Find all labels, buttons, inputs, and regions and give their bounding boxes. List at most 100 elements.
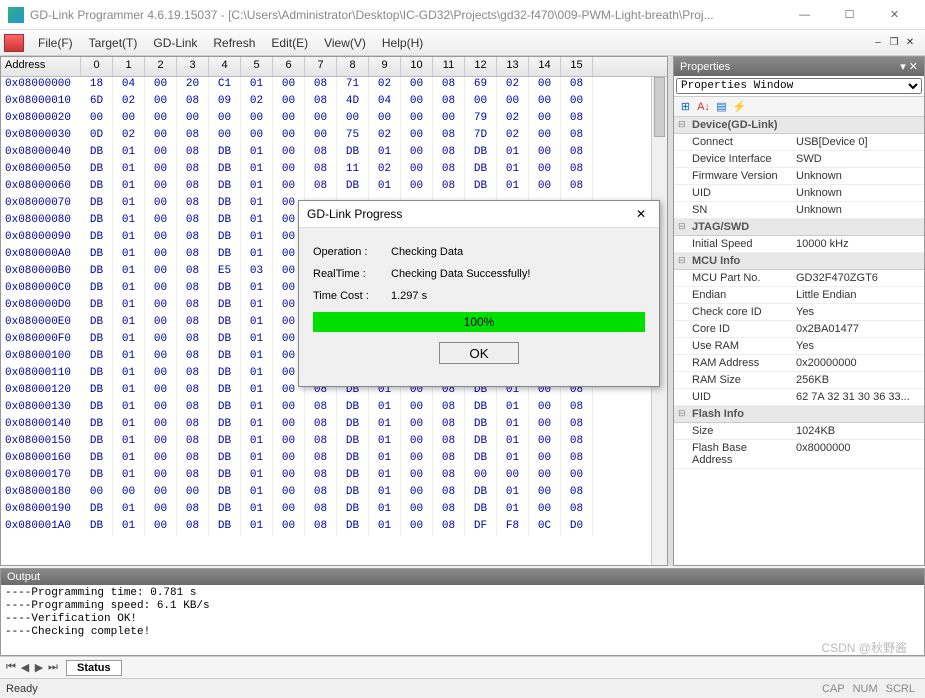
hex-byte[interactable]: 08 <box>305 400 337 417</box>
hex-byte[interactable]: DB <box>209 383 241 400</box>
hex-byte[interactable]: 00 <box>145 383 177 400</box>
hex-byte[interactable]: 08 <box>561 179 593 196</box>
property-row[interactable]: Use RAMYes <box>674 338 924 355</box>
hex-byte[interactable]: 02 <box>241 94 273 111</box>
property-value[interactable]: 62 7A 32 31 30 36 33... <box>792 389 924 405</box>
property-row[interactable]: Flash Base Address0x8000000 <box>674 440 924 469</box>
address-header[interactable]: Address <box>1 57 81 76</box>
hex-byte[interactable]: 00 <box>561 468 593 485</box>
hex-byte[interactable]: 00 <box>145 230 177 247</box>
hex-byte[interactable]: 02 <box>113 94 145 111</box>
mdi-close-icon[interactable]: ✕ <box>903 36 917 50</box>
hex-byte[interactable]: 00 <box>529 485 561 502</box>
hex-byte[interactable]: 00 <box>401 485 433 502</box>
hex-row[interactable]: 0x080000300D02000800000000750200087D0200… <box>1 128 667 145</box>
hex-byte[interactable]: 08 <box>177 349 209 366</box>
property-row[interactable]: ConnectUSB[Device 0] <box>674 134 924 151</box>
hex-byte[interactable]: DB <box>209 519 241 536</box>
hex-byte[interactable]: 08 <box>561 434 593 451</box>
hex-byte[interactable]: 00 <box>529 77 561 94</box>
hex-col-15[interactable]: 15 <box>561 57 593 76</box>
hex-byte[interactable]: DB <box>337 485 369 502</box>
props-icon[interactable]: ▤ <box>714 99 729 114</box>
hex-byte[interactable]: 00 <box>401 162 433 179</box>
hex-byte[interactable]: 00 <box>273 179 305 196</box>
hex-row[interactable]: 0x08000140DB010008DB010008DB010008DB0100… <box>1 417 667 434</box>
hex-byte[interactable]: 00 <box>145 145 177 162</box>
minimize-button[interactable]: — <box>782 1 827 29</box>
hex-byte[interactable]: 01 <box>369 417 401 434</box>
hex-byte[interactable]: 00 <box>145 349 177 366</box>
hex-byte[interactable]: DB <box>465 485 497 502</box>
hex-byte[interactable]: DB <box>209 502 241 519</box>
hex-byte[interactable]: DB <box>209 315 241 332</box>
property-row[interactable]: Firmware VersionUnknown <box>674 168 924 185</box>
hex-byte[interactable]: 00 <box>273 94 305 111</box>
hex-byte[interactable]: 00 <box>529 94 561 111</box>
hex-byte[interactable]: 08 <box>561 485 593 502</box>
hex-byte[interactable]: 08 <box>433 502 465 519</box>
hex-byte[interactable]: 4D <box>337 94 369 111</box>
property-value[interactable]: Yes <box>792 304 924 320</box>
hex-byte[interactable]: 08 <box>177 451 209 468</box>
hex-byte[interactable]: DB <box>209 332 241 349</box>
hex-byte[interactable]: DB <box>337 417 369 434</box>
hex-row[interactable]: 0x080000106D020008090200084D040008000000… <box>1 94 667 111</box>
hex-byte[interactable]: 08 <box>177 366 209 383</box>
hex-byte[interactable]: 00 <box>145 332 177 349</box>
hex-byte[interactable]: 00 <box>273 162 305 179</box>
hex-byte[interactable]: DB <box>337 502 369 519</box>
hex-byte[interactable]: 08 <box>433 485 465 502</box>
hex-byte[interactable]: DB <box>209 145 241 162</box>
hex-byte[interactable]: DB <box>81 451 113 468</box>
tab-first-icon[interactable]: ⏮ <box>4 661 18 674</box>
hex-byte[interactable]: 08 <box>433 451 465 468</box>
hex-col-7[interactable]: 7 <box>305 57 337 76</box>
properties-body[interactable]: Device(GD-Link)ConnectUSB[Device 0]Devic… <box>674 117 924 565</box>
hex-byte[interactable]: 69 <box>465 77 497 94</box>
hex-byte[interactable]: 00 <box>145 502 177 519</box>
menu-gdlink[interactable]: GD-Link <box>145 34 205 52</box>
hex-byte[interactable]: 01 <box>241 434 273 451</box>
property-group[interactable]: JTAG/SWD <box>674 219 924 236</box>
hex-byte[interactable]: 08 <box>305 94 337 111</box>
hex-byte[interactable]: 03 <box>241 264 273 281</box>
hex-byte[interactable]: DB <box>465 502 497 519</box>
menu-target[interactable]: Target(T) <box>81 34 146 52</box>
hex-byte[interactable]: 09 <box>209 94 241 111</box>
hex-byte[interactable]: 01 <box>113 213 145 230</box>
hex-byte[interactable]: 08 <box>177 247 209 264</box>
hex-byte[interactable]: DB <box>465 179 497 196</box>
hex-byte[interactable]: DB <box>465 451 497 468</box>
hex-byte[interactable]: DB <box>81 366 113 383</box>
hex-byte[interactable]: 08 <box>433 519 465 536</box>
hex-byte[interactable]: 08 <box>305 77 337 94</box>
hex-byte[interactable]: 00 <box>273 468 305 485</box>
hex-byte[interactable]: DB <box>209 179 241 196</box>
hex-byte[interactable]: 01 <box>241 298 273 315</box>
hex-byte[interactable]: 01 <box>369 502 401 519</box>
hex-byte[interactable]: 00 <box>177 485 209 502</box>
hex-byte[interactable]: 08 <box>561 162 593 179</box>
hex-byte[interactable]: DB <box>209 213 241 230</box>
hex-byte[interactable]: 08 <box>433 400 465 417</box>
hex-byte[interactable]: 00 <box>209 128 241 145</box>
hex-byte[interactable]: DB <box>209 451 241 468</box>
hex-byte[interactable]: 01 <box>241 230 273 247</box>
hex-byte[interactable]: 08 <box>433 145 465 162</box>
hex-byte[interactable]: 00 <box>401 400 433 417</box>
hex-byte[interactable]: DB <box>209 196 241 213</box>
hex-byte[interactable]: 00 <box>529 145 561 162</box>
hex-byte[interactable]: 08 <box>177 145 209 162</box>
hex-byte[interactable]: 00 <box>401 468 433 485</box>
hex-byte[interactable]: 08 <box>561 145 593 162</box>
hex-byte[interactable]: 01 <box>497 400 529 417</box>
hex-byte[interactable]: 01 <box>241 162 273 179</box>
hex-byte[interactable]: DB <box>337 434 369 451</box>
hex-byte[interactable]: 01 <box>241 332 273 349</box>
hex-byte[interactable]: 20 <box>177 77 209 94</box>
property-row[interactable]: EndianLittle Endian <box>674 287 924 304</box>
hex-byte[interactable]: 00 <box>273 111 305 128</box>
hex-byte[interactable]: 08 <box>305 145 337 162</box>
hex-byte[interactable]: 01 <box>497 502 529 519</box>
